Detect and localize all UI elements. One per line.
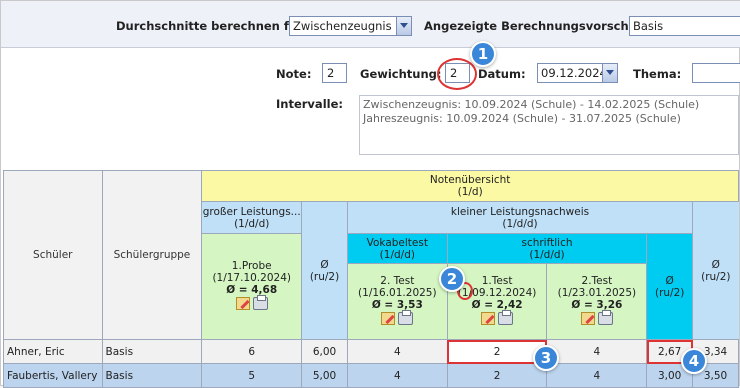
small-assessment-title: kleiner Leistungsnachweis (450, 205, 590, 218)
grade-cell[interactable]: 4 (346, 339, 448, 364)
average-cell: 6,00 (301, 339, 348, 364)
rule-select[interactable]: Basis (629, 16, 740, 36)
edit-icon[interactable] (381, 312, 396, 325)
grade-cell[interactable]: 5 (201, 363, 303, 388)
exam-average: Ø = 3,26 (571, 299, 623, 311)
overview-header: Notenübersicht (1/d) (201, 170, 739, 202)
grade-cell-edit[interactable]: 2 (446, 339, 548, 364)
big-assessment-header[interactable]: großer Leistungs... (1/d/d) (201, 201, 303, 234)
grade-cell[interactable]: 6 (201, 339, 303, 364)
small-assessment-header[interactable]: kleiner Leistungsnachweis (1/d/d) (346, 201, 694, 234)
edit-icon[interactable] (580, 312, 595, 325)
exam-title: 2. Test (380, 275, 415, 287)
avg-header-3: Ø (ru/2) (692, 201, 739, 340)
callout-badge-1: 1 (470, 41, 496, 67)
calc-for-select[interactable]: Zwischenzeugnis (289, 16, 412, 36)
exam-average: Ø = 4,68 (226, 284, 278, 296)
intervals-label: Intervalle: (276, 97, 343, 111)
exam-date: (1/23.01.2025) (557, 287, 637, 299)
exam-test2b-header[interactable]: 2.Test (1/23.01.2025) Ø = 3,26 (546, 263, 648, 340)
print-icon[interactable] (252, 295, 268, 310)
note-input[interactable]: 2 (322, 63, 347, 83)
avg-rule: (ru/2) (701, 270, 731, 283)
edit-icon[interactable] (481, 312, 496, 325)
calc-for-label: Durchschnitte berechnen für: (116, 19, 308, 33)
exam-average: Ø = 2,42 (471, 299, 523, 311)
interval-item: Jahreszeugnis: 10.09.2024 (Schule) - 31.… (363, 112, 681, 125)
rule-label: Angezeigte Berechnungsvorschrift: (424, 19, 654, 33)
weight-label: Gewichtung: (360, 67, 442, 81)
date-picker[interactable]: 09.12.2024 (537, 63, 618, 83)
avg-symbol: Ø (320, 258, 329, 271)
table-row[interactable]: Ahner, Eric Basis 6 6,00 4 2 4 2,67 3,34 (3, 339, 739, 364)
written-title: schriftlich (521, 236, 573, 249)
grade-cell[interactable]: 4 (346, 363, 448, 388)
intervals-list[interactable]: Zwischenzeugnis: 10.09.2024 (Schule) - 1… (359, 95, 739, 155)
callout-badge-2: 2 (439, 266, 465, 292)
big-assessment-sub: (1/d/d) (234, 217, 270, 230)
student-name: Faubertis, Vallery (3, 363, 103, 388)
exam-average: Ø = 3,53 (371, 299, 423, 311)
print-icon[interactable] (597, 310, 613, 325)
grade-cell[interactable]: 2 (446, 363, 548, 388)
print-icon[interactable] (398, 310, 414, 325)
avg-rule: (ru/2) (654, 286, 685, 299)
exam-date: (1/17.10.2024) (212, 272, 291, 284)
grade-entry-panel: Durchschnitte berechnen für: Zwischenzeu… (0, 0, 740, 388)
grade-table: Schüler Schülergruppe Notenübersicht (1/… (3, 170, 739, 388)
student-group: Basis (101, 363, 203, 388)
exam-test2-header[interactable]: 2. Test (1/16.01.2025) Ø = 3,53 (346, 263, 448, 340)
date-value: 09.12.2024 (541, 66, 607, 80)
col-header-student[interactable]: Schüler (3, 170, 103, 340)
big-assessment-title: großer Leistungs... (202, 205, 301, 218)
calc-for-value: Zwischenzeugnis (293, 19, 392, 33)
written-sub: (1/d/d) (529, 248, 565, 261)
topic-input[interactable] (692, 63, 740, 83)
highlight-ring-weight (437, 58, 477, 90)
vocab-test-header[interactable]: Vokabeltest (1/d/d) (346, 233, 448, 264)
calendar-dropdown-icon[interactable] (602, 64, 617, 82)
exam-title: 1.Probe (231, 260, 272, 272)
edit-icon[interactable] (235, 297, 250, 310)
callout-badge-3: 3 (533, 345, 559, 371)
print-icon[interactable] (498, 310, 514, 325)
overview-sub: (1/d) (457, 186, 483, 198)
small-assessment-sub: (1/d/d) (502, 217, 538, 230)
exam-title: 2.Test (581, 275, 613, 287)
grade-cell[interactable]: 4 (546, 339, 648, 364)
topic-label: Thema: (633, 67, 682, 81)
col-header-group[interactable]: Schülergruppe (101, 170, 203, 340)
note-label: Note: (276, 67, 312, 81)
table-row[interactable]: Faubertis, Vallery Basis 5 5,00 4 2 4 3,… (3, 363, 739, 388)
avg-symbol: Ø (665, 274, 674, 287)
interval-item: Zwischenzeugnis: 10.09.2024 (Schule) - 1… (363, 98, 700, 111)
avg-symbol: Ø (711, 258, 720, 271)
student-group: Basis (101, 339, 203, 364)
rule-value: Basis (633, 19, 664, 33)
vocab-title: Vokabeltest (366, 236, 428, 249)
date-label: Datum: (478, 67, 526, 81)
exam-probe-header[interactable]: 1.Probe (1/17.10.2024) Ø = 4,68 (201, 233, 303, 340)
student-name: Ahner, Eric (3, 339, 103, 364)
vocab-sub: (1/d/d) (379, 248, 415, 261)
overview-title: Notenübersicht (429, 174, 511, 186)
avg-header-2: Ø (ru/2) (646, 233, 694, 340)
exam-date: (1/16.01.2025) (358, 287, 437, 299)
grade-cell[interactable]: 4 (546, 363, 648, 388)
avg-rule: (ru/2) (309, 270, 340, 283)
calculation-toolbar: Durchschnitte berechnen für: Zwischenzeu… (1, 1, 740, 48)
avg-header-1: Ø (ru/2) (301, 201, 348, 340)
callout-badge-4: 4 (681, 348, 707, 374)
written-header[interactable]: schriftlich (1/d/d) (446, 233, 648, 264)
chevron-down-icon[interactable] (396, 17, 411, 35)
average-cell: 5,00 (301, 363, 348, 388)
